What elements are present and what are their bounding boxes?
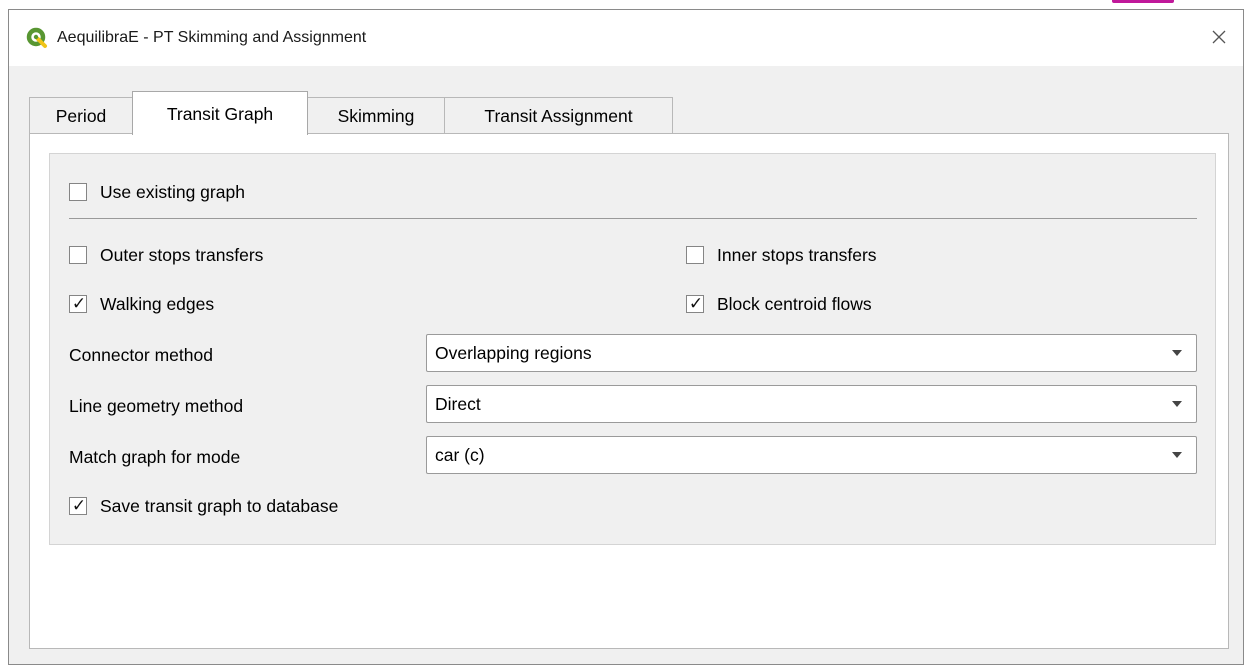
divider	[69, 218, 1197, 219]
save-transit-graph-checkbox[interactable]: ✓ Save transit graph to database	[69, 494, 338, 518]
select-value: car (c)	[435, 445, 485, 465]
tab-transit-assignment[interactable]: Transit Assignment	[444, 97, 673, 134]
inner-stops-transfers-checkbox[interactable]: Inner stops transfers	[686, 243, 877, 267]
chevron-down-icon	[1172, 350, 1182, 356]
connector-method-select[interactable]: Overlapping regions	[426, 334, 1197, 372]
checkbox-label: Save transit graph to database	[100, 495, 339, 516]
tab-period[interactable]: Period	[29, 97, 133, 134]
outer-stops-transfers-checkbox[interactable]: Outer stops transfers	[69, 243, 263, 267]
tab-label: Period	[55, 106, 107, 126]
checkbox-label: Use existing graph	[100, 181, 245, 202]
line-geometry-method-select[interactable]: Direct	[426, 385, 1197, 423]
checkmark-icon: ✓	[688, 294, 704, 313]
select-value: Direct	[435, 394, 481, 414]
chevron-down-icon	[1172, 452, 1182, 458]
checkbox-box[interactable]: ✓	[69, 294, 87, 313]
window-title: AequilibraE - PT Skimming and Assignment	[57, 29, 367, 46]
tab-label: Skimming	[337, 106, 415, 126]
checkbox-box[interactable]: ✓	[686, 294, 704, 313]
title-bar: AequilibraE - PT Skimming and Assignment	[9, 10, 1243, 66]
checkbox-box[interactable]: ✓	[69, 496, 87, 515]
chevron-down-icon	[1172, 401, 1182, 407]
checkbox-label: Inner stops transfers	[717, 244, 877, 265]
checkbox-label: Outer stops transfers	[100, 244, 264, 265]
tab-skimming[interactable]: Skimming	[307, 97, 445, 134]
taskbar-accent-mark	[1112, 0, 1174, 3]
checkbox-box[interactable]	[69, 246, 87, 264]
use-existing-graph-checkbox[interactable]: Use existing graph	[69, 180, 245, 204]
checkbox-label: Block centroid flows	[717, 293, 872, 314]
tab-label: Transit Graph	[166, 104, 274, 124]
tab-label: Transit Assignment	[484, 106, 633, 126]
close-icon[interactable]	[1205, 23, 1233, 51]
block-centroid-flows-checkbox[interactable]: ✓ Block centroid flows	[686, 292, 872, 316]
graph-options-group: Use existing graph Outer stops transfers…	[49, 153, 1216, 545]
qgis-logo-icon	[26, 27, 47, 48]
line-geometry-method-label: Line geometry method	[69, 396, 244, 416]
checkmark-icon: ✓	[71, 496, 87, 515]
tab-panel-transit-graph: Use existing graph Outer stops transfers…	[29, 133, 1229, 649]
select-value: Overlapping regions	[435, 343, 592, 363]
match-graph-mode-label: Match graph for mode	[69, 447, 241, 467]
checkbox-label: Walking edges	[100, 293, 215, 314]
tab-transit-graph[interactable]: Transit Graph	[132, 91, 308, 135]
dialog-window: AequilibraE - PT Skimming and Assignment…	[8, 9, 1244, 665]
checkmark-icon: ✓	[71, 294, 87, 313]
checkbox-box[interactable]	[69, 183, 87, 201]
connector-method-label: Connector method	[69, 345, 213, 365]
checkbox-box[interactable]	[686, 246, 704, 264]
walking-edges-checkbox[interactable]: ✓ Walking edges	[69, 292, 214, 316]
match-graph-mode-select[interactable]: car (c)	[426, 436, 1197, 474]
